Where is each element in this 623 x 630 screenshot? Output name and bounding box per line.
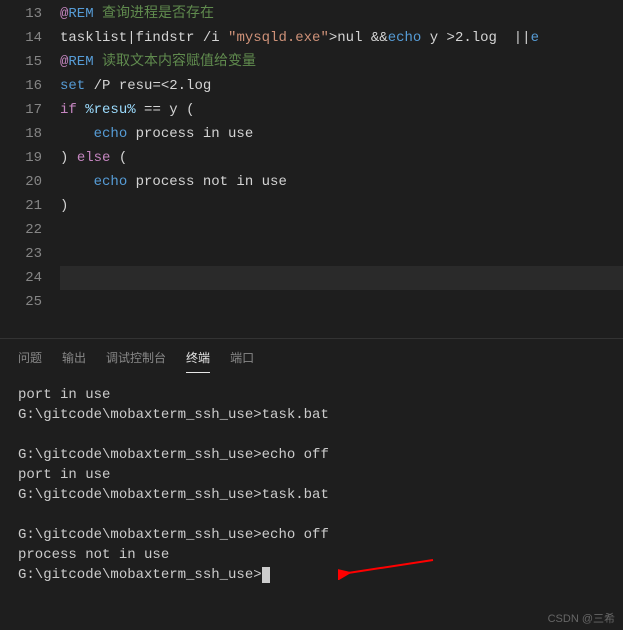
- code-line[interactable]: set /P resu=<2.log: [60, 74, 623, 98]
- terminal-line: G:\gitcode\mobaxterm_ssh_use>task.bat: [18, 485, 605, 505]
- line-number: 16: [0, 74, 42, 98]
- code-line[interactable]: [60, 266, 623, 290]
- line-number: 25: [0, 290, 42, 314]
- panel-tab-bar: 问题输出调试控制台终端端口: [0, 338, 623, 373]
- terminal-line: G:\gitcode\mobaxterm_ssh_use>: [18, 565, 605, 585]
- code-content[interactable]: @REM 查询进程是否存在tasklist|findstr /i "mysqld…: [60, 0, 623, 338]
- code-line[interactable]: ) else (: [60, 146, 623, 170]
- code-line[interactable]: @REM 查询进程是否存在: [60, 2, 623, 26]
- line-number: 13: [0, 2, 42, 26]
- line-number: 19: [0, 146, 42, 170]
- code-line[interactable]: ): [60, 194, 623, 218]
- code-line[interactable]: [60, 218, 623, 242]
- terminal-output[interactable]: port in useG:\gitcode\mobaxterm_ssh_use>…: [0, 373, 623, 597]
- panel-tab-0[interactable]: 问题: [18, 349, 42, 373]
- terminal-line: [18, 425, 605, 445]
- terminal-line: [18, 505, 605, 525]
- line-number: 23: [0, 242, 42, 266]
- code-line[interactable]: if %resu% == y (: [60, 98, 623, 122]
- line-number: 14: [0, 26, 42, 50]
- terminal-line: process not in use: [18, 545, 605, 565]
- terminal-line: G:\gitcode\mobaxterm_ssh_use>task.bat: [18, 405, 605, 425]
- line-number: 24: [0, 266, 42, 290]
- code-line[interactable]: [60, 242, 623, 266]
- line-number: 22: [0, 218, 42, 242]
- code-editor[interactable]: 13141516171819202122232425 @REM 查询进程是否存在…: [0, 0, 623, 338]
- panel-tab-1[interactable]: 输出: [62, 349, 86, 373]
- line-number: 21: [0, 194, 42, 218]
- watermark: CSDN @三希: [548, 610, 615, 626]
- line-number: 18: [0, 122, 42, 146]
- line-number: 15: [0, 50, 42, 74]
- code-line[interactable]: echo process in use: [60, 122, 623, 146]
- panel-tab-2[interactable]: 调试控制台: [106, 349, 166, 373]
- terminal-line: port in use: [18, 465, 605, 485]
- terminal-line: G:\gitcode\mobaxterm_ssh_use>echo off: [18, 445, 605, 465]
- line-number: 20: [0, 170, 42, 194]
- line-number: 17: [0, 98, 42, 122]
- code-line[interactable]: echo process not in use: [60, 170, 623, 194]
- terminal-cursor: [262, 567, 270, 583]
- code-line[interactable]: tasklist|findstr /i "mysqld.exe">nul &&e…: [60, 26, 623, 50]
- panel-tab-4[interactable]: 端口: [230, 349, 254, 373]
- line-number-gutter: 13141516171819202122232425: [0, 0, 60, 338]
- terminal-line: G:\gitcode\mobaxterm_ssh_use>echo off: [18, 525, 605, 545]
- code-line[interactable]: [60, 290, 623, 314]
- code-line[interactable]: @REM 读取文本内容赋值给变量: [60, 50, 623, 74]
- terminal-line: port in use: [18, 385, 605, 405]
- panel-tab-3[interactable]: 终端: [186, 349, 210, 373]
